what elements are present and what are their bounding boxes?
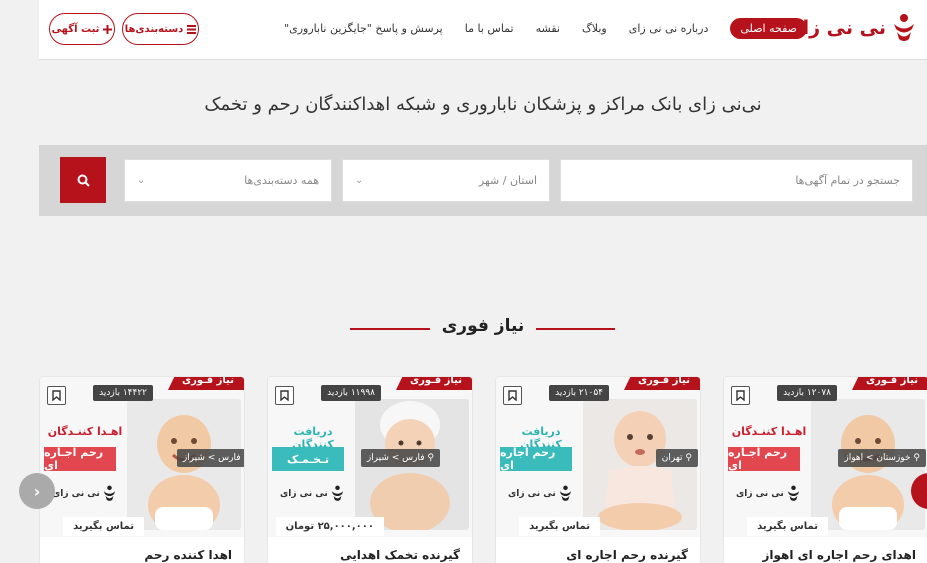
price-tag: ۲۵,۰۰۰,۰۰۰ تومان xyxy=(275,517,384,536)
search-button[interactable] xyxy=(60,157,106,203)
location-select[interactable]: استان / شهر ⌄ xyxy=(342,159,550,202)
location-badge: ⚲ فارس > شیراز xyxy=(360,449,440,467)
section-header: نیاز فوری xyxy=(0,316,927,336)
card-banner: ۱۴۴۲۲ بازدید ⚲ فارس > شیراز اهـدا کننـدگ… xyxy=(40,377,244,537)
nav-contact[interactable]: تماس با ما xyxy=(465,22,514,35)
tagline: نی‌نی زای بانک مراکز و پزشکان ناباروری و… xyxy=(204,94,762,115)
search-input[interactable]: جستجو در تمام آگهی‌ها xyxy=(560,159,913,202)
site-header: نی نی زای صفحه اصلی درباره نی نی زای وبل… xyxy=(39,0,927,60)
baby-logo-icon xyxy=(787,485,799,501)
price-tag: تماس بگیرید xyxy=(747,517,828,536)
urgent-badge: نیاز فـوری xyxy=(852,377,927,390)
mini-logo: نی نی زای xyxy=(736,485,801,502)
location-text: فارس > شیراز xyxy=(366,453,425,463)
pin-icon: ⚲ xyxy=(427,453,434,463)
mini-logo: نی نی زای xyxy=(280,485,345,502)
bookmark-icon xyxy=(52,390,61,401)
plus-icon xyxy=(103,24,113,34)
card-title[interactable]: اهدا کننده رحم xyxy=(144,548,232,562)
listing-card[interactable]: ۲۱۰۵۴ بازدید ⚲ تهران دریافت کنندگان رحم … xyxy=(495,376,701,563)
location-placeholder: استان / شهر xyxy=(478,174,537,187)
mini-logo: نی نی زای xyxy=(508,485,573,502)
card-banner: ۱۱۹۹۸ بازدید ⚲ فارس > شیراز دریافت کنندگ… xyxy=(268,377,472,537)
baby-logo-icon xyxy=(559,485,571,501)
view-count: ۱۴۴۲۲ بازدید xyxy=(93,385,153,401)
card-banner: ۲۱۰۵۴ بازدید ⚲ تهران دریافت کنندگان رحم … xyxy=(496,377,700,537)
banner-line2: رحم اجـاره ای xyxy=(728,446,800,472)
banner-line2: رحم اجاره ای xyxy=(500,446,572,472)
price-tag: تماس بگیرید xyxy=(519,517,600,536)
chevron-down-icon: ⌄ xyxy=(355,175,364,186)
card-title[interactable]: گیرنده تخمک اهدایی xyxy=(340,548,460,562)
card-title[interactable]: اهدای رحم اجاره ای اهواز xyxy=(762,548,916,562)
search-icon xyxy=(77,174,90,187)
card-title[interactable]: گیرنده رحم اجاره ای xyxy=(566,548,688,562)
nav-map[interactable]: نقشه xyxy=(536,22,560,35)
listing-card[interactable]: ۱۱۹۹۸ بازدید ⚲ فارس > شیراز دریافت کنندگ… xyxy=(267,376,473,563)
nav-faq[interactable]: پرسش و پاسخ "جایگزین ناباروری" xyxy=(284,22,443,35)
pin-icon: ⚲ xyxy=(913,453,920,463)
view-count: ۱۲۰۷۸ بازدید xyxy=(777,385,837,401)
bookmark-icon xyxy=(508,390,517,401)
card-banner: ۱۲۰۷۸ بازدید ⚲ خوزستان > اهواز اهـدا کنن… xyxy=(724,377,927,537)
location-badge: ⚲ فارس > شیراز xyxy=(176,449,244,467)
categories-button[interactable]: دسته‌بندی‌ها xyxy=(122,13,199,45)
bookmark-button[interactable] xyxy=(275,386,294,405)
mini-logo-text: نی نی زای xyxy=(52,488,100,499)
list-icon xyxy=(187,24,197,34)
search-bar: جستجو در تمام آگهی‌ها استان / شهر ⌄ همه … xyxy=(39,145,927,216)
baby-logo-icon xyxy=(331,485,343,501)
category-select[interactable]: همه دسته‌بندی‌ها ⌄ xyxy=(124,159,332,202)
location-text: تهران xyxy=(661,453,683,463)
location-badge: ⚲ خوزستان > اهواز xyxy=(838,449,926,467)
category-placeholder: همه دسته‌بندی‌ها xyxy=(244,174,319,187)
nav-home[interactable]: صفحه اصلی xyxy=(730,18,807,39)
urgent-badge: نیاز فـوری xyxy=(168,377,244,390)
mini-logo-text: نی نی زای xyxy=(280,488,328,499)
pin-icon: ⚲ xyxy=(243,453,244,463)
post-ad-label: ثبت آگهی xyxy=(51,23,100,35)
price-tag: تماس بگیرید xyxy=(63,517,144,536)
chevron-down-icon: ⌄ xyxy=(137,175,146,186)
location-text: خوزستان > اهواز xyxy=(844,453,911,463)
chevron-right-icon: › xyxy=(33,481,41,501)
mini-logo-text: نی نی زای xyxy=(736,488,784,499)
banner-line2: تـخـمـک xyxy=(272,447,344,471)
mini-logo: نی نی زای xyxy=(52,485,117,502)
nav-blog[interactable]: وبلاگ xyxy=(582,22,607,35)
categories-label: دسته‌بندی‌ها xyxy=(124,23,184,35)
view-count: ۲۱۰۵۴ بازدید xyxy=(549,385,609,401)
view-count: ۱۱۹۹۸ بازدید xyxy=(321,385,381,401)
banner-line2: رحم اجـاره ای xyxy=(44,446,116,472)
nav-about[interactable]: درباره نی نی زای xyxy=(629,22,709,35)
main-nav: صفحه اصلی درباره نی نی زای وبلاگ نقشه تم… xyxy=(284,18,807,39)
bookmark-button[interactable] xyxy=(47,386,66,405)
listing-card[interactable]: ۱۲۰۷۸ بازدید ⚲ خوزستان > اهواز اهـدا کنن… xyxy=(723,376,927,563)
bookmark-icon xyxy=(280,390,289,401)
section-title: نیاز فوری xyxy=(429,316,537,336)
baby-logo-icon xyxy=(103,485,115,501)
listing-card[interactable]: ۱۴۴۲۲ بازدید ⚲ فارس > شیراز اهـدا کننـدگ… xyxy=(39,376,245,563)
bookmark-icon xyxy=(736,390,745,401)
pin-icon: ⚲ xyxy=(685,453,692,463)
bookmark-button[interactable] xyxy=(503,386,522,405)
mini-logo-text: نی نی زای xyxy=(508,488,556,499)
baby-logo-icon xyxy=(894,14,914,41)
urgent-badge: نیاز فـوری xyxy=(396,377,472,390)
urgent-badge: نیاز فـوری xyxy=(624,377,700,390)
location-text: فارس > شیراز xyxy=(182,453,241,463)
banner-line1: اهـدا کننـدگان xyxy=(731,425,807,438)
post-ad-button[interactable]: ثبت آگهی xyxy=(49,13,115,45)
banner-line1: اهـدا کننـدگان xyxy=(47,425,123,438)
location-badge: ⚲ تهران xyxy=(655,449,698,467)
carousel-next-button[interactable]: › xyxy=(19,473,55,509)
bookmark-button[interactable] xyxy=(731,386,750,405)
